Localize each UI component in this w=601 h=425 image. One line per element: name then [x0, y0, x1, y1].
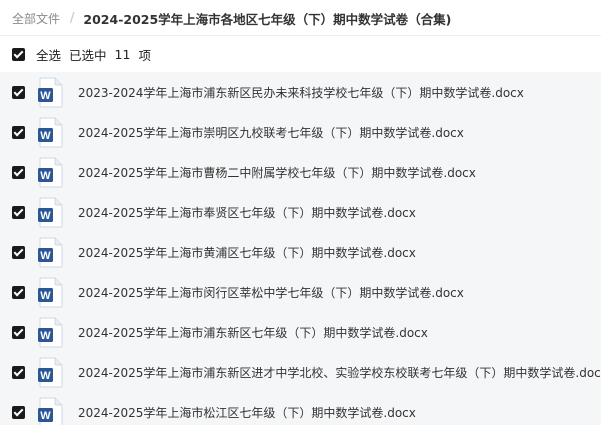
select-all-label[interactable]: 全选	[36, 45, 61, 64]
file-row[interactable]: W 2024-2025学年上海市浦东新区进才中学北校、实验学校东校联考七年级（下…	[0, 352, 601, 392]
file-row[interactable]: W 2024-2025学年上海市闵行区莘松中学七年级（下）期中数学试卷.docx	[0, 272, 601, 312]
svg-text:W: W	[40, 370, 51, 382]
file-name: 2024-2025学年上海市松江区七年级（下）期中数学试卷.docx	[78, 405, 416, 420]
file-checkbox[interactable]	[12, 205, 25, 219]
word-document-icon: W	[38, 157, 63, 188]
word-document-icon: W	[38, 117, 63, 148]
file-row[interactable]: W 2024-2025学年上海市曹杨二中附属学校七年级（下）期中数学试卷.doc…	[0, 152, 601, 192]
selected-count: 11	[114, 46, 131, 62]
file-checkbox[interactable]	[12, 165, 25, 179]
file-row[interactable]: W 2024-2025学年上海市奉贤区七年级（下）期中数学试卷.docx	[0, 192, 601, 232]
word-document-icon: W	[38, 77, 63, 108]
file-name: 2024-2025学年上海市浦东新区进才中学北校、实验学校东校联考七年级（下）期…	[78, 365, 601, 380]
svg-text:W: W	[40, 250, 51, 262]
file-name: 2024-2025学年上海市闵行区莘松中学七年级（下）期中数学试卷.docx	[78, 285, 464, 300]
svg-text:W: W	[40, 170, 51, 182]
breadcrumb: 全部文件 / 2024-2025学年上海市各地区七年级（下）期中数学试卷（合集)	[0, 0, 601, 36]
selected-count-unit: 项	[138, 47, 151, 63]
svg-text:W: W	[40, 210, 51, 222]
file-row[interactable]: W 2023-2024学年上海市浦东新区民办未来科技学校七年级（下）期中数学试卷…	[0, 72, 601, 112]
word-document-icon: W	[38, 397, 63, 425]
file-name: 2024-2025学年上海市浦东新区七年级（下）期中数学试卷.docx	[78, 325, 428, 340]
file-checkbox[interactable]	[12, 285, 25, 299]
file-checkbox[interactable]	[12, 85, 25, 99]
breadcrumb-separator: /	[70, 10, 75, 26]
select-all-checkbox[interactable]	[12, 47, 25, 61]
svg-text:W: W	[40, 90, 51, 102]
word-document-icon: W	[38, 357, 63, 388]
file-name: 2024-2025学年上海市曹杨二中附属学校七年级（下）期中数学试卷.docx	[78, 165, 476, 180]
svg-text:W: W	[40, 330, 51, 342]
breadcrumb-current-folder: 2024-2025学年上海市各地区七年级（下）期中数学试卷（合集)	[83, 11, 452, 27]
breadcrumb-root-link[interactable]: 全部文件	[12, 10, 60, 27]
file-checkbox[interactable]	[12, 125, 25, 139]
selected-status-text: 已选中	[69, 47, 107, 63]
file-name: 2023-2024学年上海市浦东新区民办未来科技学校七年级（下）期中数学试卷.d…	[78, 85, 524, 100]
file-row[interactable]: W 2024-2025学年上海市浦东新区七年级（下）期中数学试卷.docx	[0, 312, 601, 352]
file-list: W 2023-2024学年上海市浦东新区民办未来科技学校七年级（下）期中数学试卷…	[0, 72, 601, 425]
file-name: 2024-2025学年上海市崇明区九校联考七年级（下）期中数学试卷.docx	[78, 125, 464, 140]
file-checkbox[interactable]	[12, 405, 25, 419]
file-row[interactable]: W 2024-2025学年上海市黄浦区七年级（下）期中数学试卷.docx	[0, 232, 601, 272]
word-document-icon: W	[38, 237, 63, 268]
svg-text:W: W	[40, 290, 51, 302]
file-checkbox[interactable]	[12, 325, 25, 339]
file-row[interactable]: W 2024-2025学年上海市松江区七年级（下）期中数学试卷.docx	[0, 392, 601, 425]
selection-toolbar: 全选 已选中 11 项	[0, 36, 601, 72]
file-checkbox[interactable]	[12, 365, 25, 379]
svg-text:W: W	[40, 410, 51, 422]
word-document-icon: W	[38, 317, 63, 348]
svg-text:W: W	[40, 130, 51, 142]
word-document-icon: W	[38, 197, 63, 228]
file-row[interactable]: W 2024-2025学年上海市崇明区九校联考七年级（下）期中数学试卷.docx	[0, 112, 601, 152]
file-name: 2024-2025学年上海市黄浦区七年级（下）期中数学试卷.docx	[78, 245, 416, 260]
file-checkbox[interactable]	[12, 245, 25, 259]
word-document-icon: W	[38, 277, 63, 308]
file-name: 2024-2025学年上海市奉贤区七年级（下）期中数学试卷.docx	[78, 205, 416, 220]
